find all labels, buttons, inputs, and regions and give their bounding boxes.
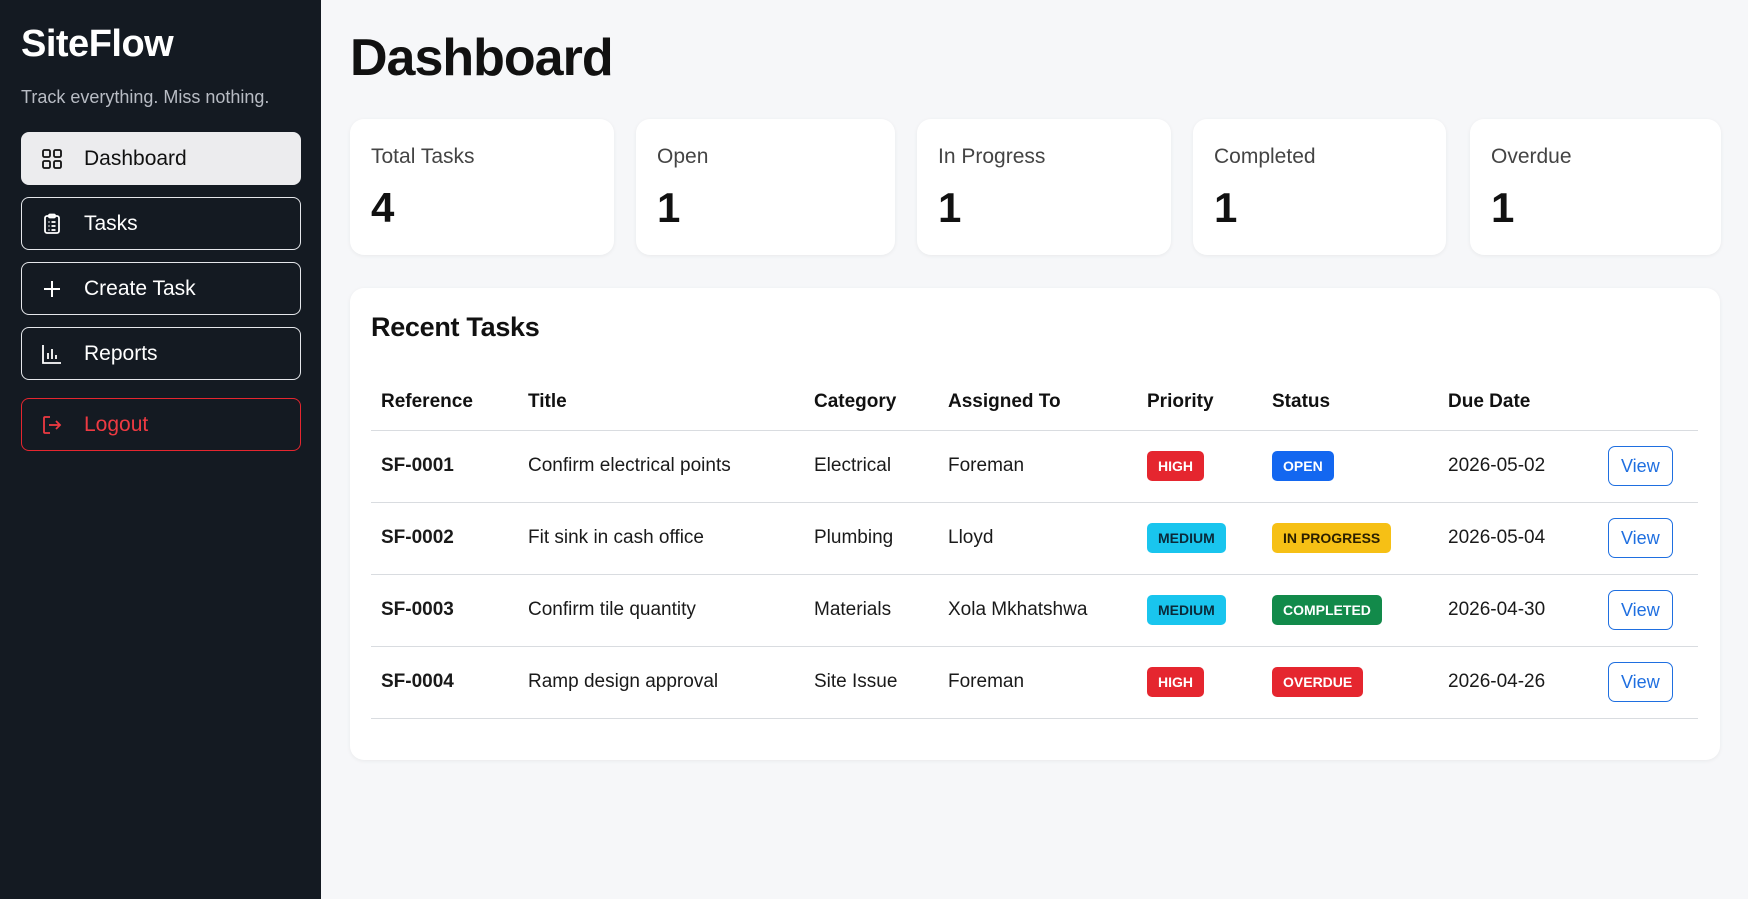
priority-badge: HIGH	[1147, 451, 1204, 481]
cell-assigned-to: Foreman	[938, 430, 1137, 503]
logout-icon	[40, 413, 64, 437]
view-task-button[interactable]: View	[1608, 518, 1673, 558]
cell-priority: MEDIUM	[1137, 502, 1262, 575]
cell-actions: View	[1598, 574, 1698, 647]
cell-reference: SF-0003	[371, 574, 518, 647]
cell-reference: SF-0002	[371, 502, 518, 575]
sidebar-item-label: Dashboard	[84, 146, 187, 170]
cell-due-date: 2026-05-02	[1438, 430, 1598, 503]
table-row: SF-0003 Confirm tile quantity Materials Xol…	[371, 574, 1698, 647]
logout-label: Logout	[84, 412, 149, 436]
recent-tasks-table: Reference Title Category Assigned To Pri…	[371, 374, 1698, 719]
stat-value: 1	[657, 184, 681, 231]
cell-status: OPEN	[1262, 430, 1438, 503]
stat-label: Open	[657, 145, 709, 168]
column-header-reference[interactable]: Reference	[371, 374, 518, 431]
cell-actions: View	[1598, 502, 1698, 575]
stat-card-total: Total Tasks 4	[350, 119, 614, 255]
sidebar: SiteFlow Track everything. Miss nothing.…	[0, 0, 321, 899]
stat-card-completed: Completed 1	[1193, 119, 1446, 255]
plus-icon	[40, 277, 64, 301]
stat-label: Total Tasks	[371, 145, 475, 168]
sidebar-item-label: Create Task	[84, 276, 196, 300]
stat-value: 4	[371, 184, 395, 231]
cell-assigned-to: Xola Mkhatshwa	[938, 574, 1137, 647]
cell-priority: MEDIUM	[1137, 574, 1262, 647]
cell-actions: View	[1598, 430, 1698, 503]
cell-reference: SF-0004	[371, 646, 518, 719]
cell-title: Confirm tile quantity	[518, 574, 804, 647]
stat-card-in-progress: In Progress 1	[917, 119, 1171, 255]
cell-category: Site Issue	[804, 646, 938, 719]
column-header-assigned-to[interactable]: Assigned To	[938, 374, 1137, 431]
table-row: SF-0004 Ramp design approval Site Issue For…	[371, 646, 1698, 719]
stat-label: In Progress	[938, 145, 1046, 168]
sidebar-item-label: Reports	[84, 341, 158, 365]
cell-title: Ramp design approval	[518, 646, 804, 719]
clipboard-icon	[40, 212, 64, 236]
column-header-category[interactable]: Category	[804, 374, 938, 431]
priority-badge: HIGH	[1147, 667, 1204, 697]
column-header-priority[interactable]: Priority	[1137, 374, 1262, 431]
cell-priority: HIGH	[1137, 430, 1262, 503]
cell-actions: View	[1598, 646, 1698, 719]
status-badge: OPEN	[1272, 451, 1334, 481]
cell-title: Fit sink in cash office	[518, 502, 804, 575]
cell-assigned-to: Foreman	[938, 646, 1137, 719]
recent-tasks-title: Recent Tasks	[371, 312, 540, 342]
main-content: Dashboard Total Tasks 4 Open 1 In Progre…	[321, 0, 1748, 899]
brand-title: SiteFlow	[21, 23, 174, 65]
view-task-button[interactable]: View	[1608, 590, 1673, 630]
stat-card-overdue: Overdue 1	[1470, 119, 1721, 255]
cell-category: Electrical	[804, 430, 938, 503]
recent-tasks-panel: Recent Tasks Reference Title Category As…	[350, 288, 1720, 760]
sidebar-item-tasks[interactable]: Tasks	[21, 197, 301, 250]
stat-label: Completed	[1214, 145, 1316, 168]
stat-value: 1	[938, 184, 962, 231]
cell-title: Confirm electrical points	[518, 430, 804, 503]
cell-due-date: 2026-04-30	[1438, 574, 1598, 647]
grid-icon	[40, 147, 64, 171]
cell-category: Plumbing	[804, 502, 938, 575]
stat-value: 1	[1491, 184, 1515, 231]
status-badge: COMPLETED	[1272, 595, 1382, 625]
stat-label: Overdue	[1491, 145, 1572, 168]
cell-due-date: 2026-05-04	[1438, 502, 1598, 575]
cell-status: IN PROGRESS	[1262, 502, 1438, 575]
page-title: Dashboard	[350, 29, 614, 87]
cell-status: COMPLETED	[1262, 574, 1438, 647]
sidebar-item-reports[interactable]: Reports	[21, 327, 301, 380]
cell-category: Materials	[804, 574, 938, 647]
status-badge: IN PROGRESS	[1272, 523, 1392, 553]
stat-value: 1	[1214, 184, 1238, 231]
priority-badge: MEDIUM	[1147, 595, 1226, 625]
stat-card-open: Open 1	[636, 119, 895, 255]
sidebar-item-dashboard[interactable]: Dashboard	[21, 132, 301, 185]
status-badge: OVERDUE	[1272, 667, 1364, 697]
priority-badge: MEDIUM	[1147, 523, 1226, 553]
bar-chart-icon	[40, 342, 64, 366]
cell-assigned-to: Lloyd	[938, 502, 1137, 575]
sidebar-nav: Dashboard Tasks Create Task Reports	[21, 132, 301, 380]
cell-priority: HIGH	[1137, 646, 1262, 719]
column-header-title[interactable]: Title	[518, 374, 804, 431]
table-row: SF-0001 Confirm electrical points Electric…	[371, 430, 1698, 503]
logout-button[interactable]: Logout	[21, 398, 301, 451]
column-header-due-date[interactable]: Due Date	[1438, 374, 1598, 431]
brand-tagline: Track everything. Miss nothing.	[21, 87, 270, 107]
cell-due-date: 2026-04-26	[1438, 646, 1598, 719]
sidebar-item-label: Tasks	[84, 211, 138, 235]
cell-reference: SF-0001	[371, 430, 518, 503]
table-header-row: Reference Title Category Assigned To Pri…	[371, 374, 1698, 431]
table-row: SF-0002 Fit sink in cash office Plumbing Ll…	[371, 502, 1698, 575]
cell-status: OVERDUE	[1262, 646, 1438, 719]
sidebar-item-create-task[interactable]: Create Task	[21, 262, 301, 315]
column-header-actions	[1598, 374, 1698, 431]
column-header-status[interactable]: Status	[1262, 374, 1438, 431]
view-task-button[interactable]: View	[1608, 662, 1673, 702]
view-task-button[interactable]: View	[1608, 446, 1673, 486]
